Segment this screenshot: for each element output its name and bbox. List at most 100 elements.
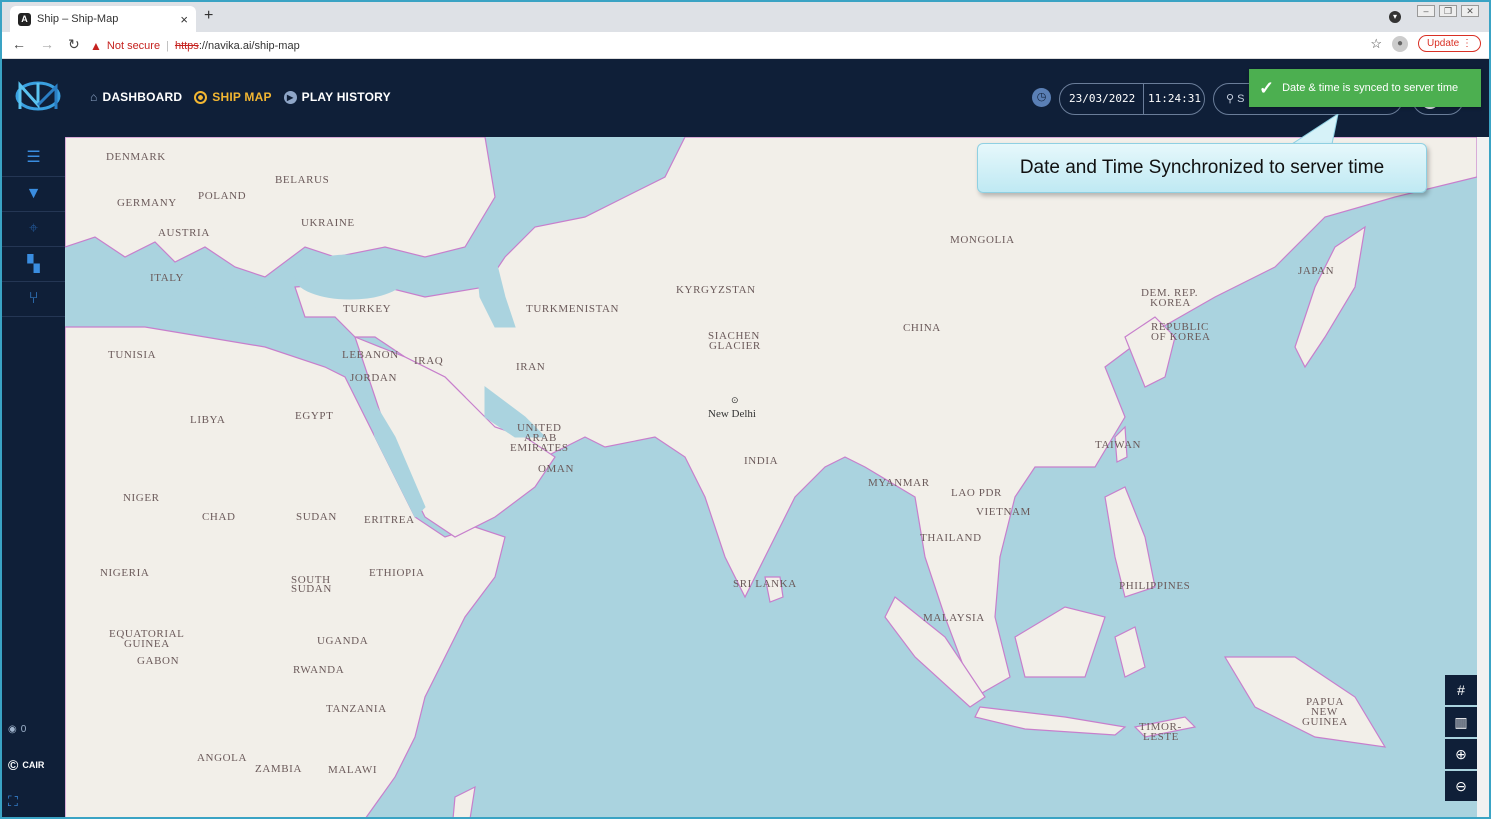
- label-india: INDIA: [744, 455, 779, 467]
- label-eritrea: ERITREA: [364, 514, 415, 526]
- main-nav: ⌂ DASHBOARD SHIP MAP ▶ PLAY HISTORY: [90, 90, 391, 104]
- label-sudan: SUDAN: [296, 511, 337, 523]
- crosshair-icon[interactable]: ⌖: [2, 212, 65, 247]
- label-malaysia: MALAYSIA: [923, 612, 985, 624]
- label-italy: ITALY: [150, 272, 185, 284]
- label-guinea: GUINEA: [124, 638, 170, 650]
- nav-ship-map-label: SHIP MAP: [212, 90, 272, 104]
- nav-play-history[interactable]: ▶ PLAY HISTORY: [283, 90, 391, 104]
- search-icon: ⚲: [1226, 93, 1235, 105]
- browser-nav: ← → ↻: [12, 36, 80, 53]
- security-warning[interactable]: ▲ Not secure: [90, 39, 160, 53]
- play-icon: ▶: [283, 90, 297, 104]
- bookmark-star-icon[interactable]: ☆: [1370, 36, 1382, 52]
- update-button[interactable]: Update ⋮: [1417, 35, 1481, 52]
- warning-icon: ▲: [90, 39, 102, 53]
- label-philippines: PHILIPPINES: [1119, 580, 1191, 592]
- zoom-in-icon[interactable]: ⊕: [1445, 739, 1477, 769]
- label-austria: AUSTRIA: [158, 227, 210, 239]
- annotation-callout: Date and Time Synchronized to server tim…: [977, 143, 1427, 193]
- callout-text: Date and Time Synchronized to server tim…: [1019, 157, 1385, 178]
- browser-tab[interactable]: A Ship – Ship-Map ×: [10, 6, 196, 32]
- label-belarus: BELARUS: [275, 174, 330, 186]
- brand-label: CAIR: [22, 760, 45, 770]
- label-poland: POLAND: [198, 190, 247, 202]
- zoom-out-icon[interactable]: ⊖: [1445, 771, 1477, 801]
- tab-search-icon[interactable]: ▾: [1389, 11, 1401, 23]
- restore-icon[interactable]: ❐: [1439, 5, 1457, 17]
- time-value: 11:24:31: [1148, 92, 1201, 105]
- status-indicator[interactable]: ◉ 0: [2, 711, 65, 747]
- target-icon: [194, 90, 208, 104]
- url-path: ://navika.ai/ship-map: [198, 40, 300, 52]
- label-lao: LAO PDR: [951, 487, 1002, 499]
- url-field[interactable]: ▲ Not secure | https ://navika.ai/ship-m…: [90, 35, 1390, 57]
- network-icon[interactable]: ⑂: [2, 282, 65, 317]
- label-south-sudan: SUDAN: [291, 583, 332, 595]
- navika-logo-icon[interactable]: [14, 79, 62, 113]
- nav-dashboard[interactable]: ⌂ DASHBOARD: [90, 90, 182, 104]
- screenshot-frame: A Ship – Ship-Map × + ▾ – ❐ ✕ ← → ↻ ▲ No…: [0, 0, 1491, 819]
- profile-icon[interactable]: ●: [1391, 35, 1408, 52]
- menu-icon[interactable]: ☰: [2, 137, 65, 177]
- capital-marker-icon: ⊙: [731, 395, 739, 405]
- window-controls: – ❐ ✕: [1417, 5, 1479, 17]
- back-icon[interactable]: ←: [12, 36, 26, 53]
- nav-ship-map[interactable]: SHIP MAP: [194, 90, 271, 104]
- label-tanzania: TANZANIA: [326, 703, 387, 715]
- label-emirates: EMIRATES: [510, 442, 569, 454]
- label-thailand: THAILAND: [920, 532, 982, 544]
- close-tab-icon[interactable]: ×: [180, 12, 188, 27]
- label-jordan: JORDAN: [350, 372, 397, 384]
- forward-icon[interactable]: →: [40, 36, 54, 53]
- sync-toast[interactable]: ✓ Date & time is synced to server time: [1249, 69, 1481, 107]
- label-sri-lanka: SRI LANKA: [733, 578, 797, 590]
- grid-icon[interactable]: #: [1445, 675, 1477, 705]
- map-scrollbar[interactable]: [1477, 137, 1489, 817]
- close-window-icon[interactable]: ✕: [1461, 5, 1479, 17]
- label-denmark: DENMARK: [106, 151, 166, 163]
- copyright-icon: ©: [8, 757, 19, 773]
- label-korea: KOREA: [1150, 297, 1191, 309]
- label-taiwan: TAIWAN: [1095, 439, 1142, 451]
- map-layers-icon[interactable]: ▥: [1445, 707, 1477, 737]
- label-glacier: GLACIER: [709, 340, 761, 352]
- date-value: 23/03/2022: [1060, 84, 1144, 114]
- reload-icon[interactable]: ↻: [68, 36, 80, 53]
- label-zambia: ZAMBIA: [255, 763, 302, 775]
- label-tunisia: TUNISIA: [108, 349, 157, 361]
- url-separator: |: [166, 40, 169, 52]
- label-mongolia: MONGOLIA: [950, 234, 1015, 246]
- label-ethiopia: ETHIOPIA: [369, 567, 425, 579]
- layers-icon[interactable]: ▚: [2, 247, 65, 282]
- fullscreen-icon[interactable]: ⛶: [2, 783, 65, 817]
- label-uganda: UGANDA: [317, 635, 369, 647]
- status-count: 0: [20, 723, 27, 735]
- not-secure-label: Not secure: [106, 40, 161, 52]
- label-kyrgyzstan: KYRGYZSTAN: [676, 284, 756, 296]
- filter-icon[interactable]: ▼: [2, 177, 65, 212]
- datetime-display[interactable]: 23/03/2022 11:24:31: [1059, 83, 1205, 115]
- map-tools: # ▥ ⊕ ⊖: [1445, 675, 1477, 803]
- cair-brand: © CAIR: [2, 747, 65, 783]
- toast-message: Date & time is synced to server time: [1282, 82, 1459, 94]
- address-bar-actions: ☆ ● Update ⋮: [1370, 35, 1481, 52]
- angular-icon: A: [18, 12, 31, 26]
- label-turkey: TURKEY: [343, 303, 392, 315]
- clock-icon: ◷: [1032, 88, 1051, 107]
- new-tab-icon[interactable]: +: [204, 7, 213, 25]
- home-icon: ⌂: [90, 90, 98, 104]
- map-land-layer: [65, 137, 1477, 817]
- label-gabon: GABON: [137, 655, 180, 667]
- label-japan: JAPAN: [1298, 265, 1335, 277]
- tab-title: Ship – Ship-Map: [37, 13, 119, 25]
- minimize-icon[interactable]: –: [1417, 5, 1435, 17]
- ship-map[interactable]: DENMARK BELARUS POLAND GERMANY UKRAINE A…: [65, 137, 1477, 817]
- update-label: Update: [1426, 38, 1460, 49]
- checkmark-icon: ✓: [1259, 77, 1275, 98]
- label-png-guinea: GUINEA: [1302, 716, 1348, 728]
- label-turkmenistan: TURKMENISTAN: [526, 303, 620, 315]
- nav-dashboard-label: DASHBOARD: [102, 90, 183, 104]
- label-new-delhi: New Delhi: [708, 408, 756, 420]
- label-iraq: IRAQ: [414, 355, 444, 367]
